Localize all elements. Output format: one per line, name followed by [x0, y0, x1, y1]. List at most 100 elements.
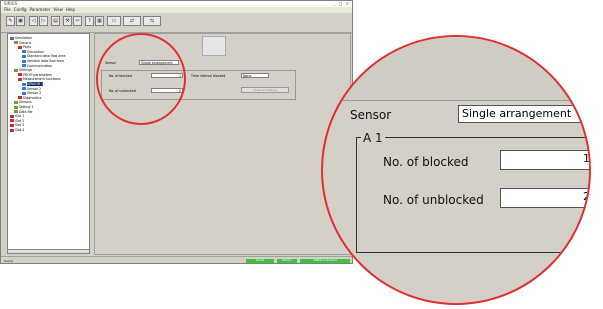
status-connection: SIRIUS connected: [300, 259, 350, 263]
back-icon[interactable]: ◁: [29, 16, 38, 26]
tree-item[interactable]: SENSOR 1: [22, 82, 44, 86]
tree-item-label: Sensor 3: [27, 91, 41, 96]
forward-icon[interactable]: ▷: [39, 16, 48, 26]
tree-item[interactable]: Diagnostics: [18, 96, 42, 100]
tree-node-icon: [10, 128, 14, 132]
app-window: SIRIUS _ □ × File Config Parameter View Help…: [0, 0, 353, 264]
tree-item-label: PROFI parameters: [23, 72, 52, 77]
new-icon[interactable]: ✎: [6, 16, 15, 26]
tree-node-icon: [10, 123, 14, 127]
blocked-input[interactable]: 1: [500, 150, 589, 170]
tree-node-icon: [22, 54, 26, 58]
tree-node-icon: [14, 68, 18, 72]
menu-item-0[interactable]: File: [4, 7, 11, 12]
menu-item-3[interactable]: View: [53, 7, 63, 12]
tree-scrollbar[interactable]: [7, 249, 90, 254]
tree-item[interactable]: Sensor 3: [22, 91, 41, 95]
tree-node-icon: [18, 96, 22, 100]
connect-icon[interactable]: ⇆: [143, 16, 161, 26]
status-mode: Mode 1: [277, 259, 297, 263]
tree-item[interactable]: Communication: [22, 64, 52, 68]
tree-item-label: Settings: [19, 68, 33, 73]
save-icon[interactable]: ▣: [16, 16, 25, 26]
tree-item-label: Slot 2: [15, 118, 25, 123]
tree-node-icon: [14, 110, 18, 114]
tree-item-label: Data file: [19, 109, 33, 114]
tree-item-label: Slot 1: [15, 114, 25, 119]
sensor-select[interactable]: Single arrangement: [458, 105, 589, 123]
status-text: Ready: [4, 259, 14, 263]
menu-item-2[interactable]: Parameter: [30, 7, 51, 12]
blocked-label: No. of blocked: [383, 155, 469, 169]
tree-node-icon: [10, 36, 14, 40]
tree-item-label: Generic: [19, 40, 32, 45]
tree-item-label: Simulation: [27, 49, 44, 54]
tree-node-icon: [22, 91, 26, 95]
tree-node-icon: [14, 100, 18, 104]
menu-item-4[interactable]: Help: [66, 7, 75, 12]
magnified-top-area: [323, 37, 589, 101]
cut-icon[interactable]: ✂: [73, 16, 82, 26]
tree-item[interactable]: Slot 2: [10, 119, 24, 123]
tree-item[interactable]: Settings: [14, 68, 32, 72]
tree-node-icon: [22, 64, 26, 68]
tree-item[interactable]: Simulation: [10, 36, 32, 40]
tree-item-label: Sensors: [19, 100, 32, 105]
window-controls[interactable]: _ □ ×: [333, 1, 350, 6]
tree-item[interactable]: Standard data flow area: [22, 54, 65, 58]
mode-icon[interactable]: ▭: [107, 16, 121, 26]
window-title: SIRIUS: [4, 1, 18, 6]
tree-item-label: Communication: [27, 63, 53, 68]
help-icon[interactable]: ?: [85, 16, 94, 26]
magnified-view: Sensor Single arrangement A 1 No. of blo…: [321, 35, 591, 305]
navigation-tree: Simulation Generic Ports Simulation Standard…: [7, 33, 90, 253]
extra-label-small: Time interval blocked: [191, 74, 226, 78]
tree-item-label: Ports: [23, 45, 31, 50]
extra-select-small[interactable]: None: [241, 73, 269, 78]
tree-item-label: Setting 1: [19, 105, 34, 109]
grid-icon[interactable]: ▦: [95, 16, 104, 26]
tree-item[interactable]: Generic: [14, 41, 31, 45]
tree-item[interactable]: Ports: [18, 45, 31, 49]
tree-node-icon: [10, 114, 14, 118]
tree-node-icon: [14, 105, 18, 109]
tree-item[interactable]: Slot 3: [10, 123, 24, 127]
toolbar: ✎ ▣ ◁ ▷ ▤ ⚒ ✂ ? ▦ ▭ ⇄ ⇆: [1, 13, 352, 33]
tree-item[interactable]: Measurement functions: [18, 77, 61, 81]
tree-item[interactable]: Slot 1: [10, 114, 24, 118]
tree-node-icon: [10, 119, 14, 123]
tree-item-label: SENSOR 1: [27, 82, 44, 86]
tree-item-label: Standard data flow area: [27, 54, 66, 59]
status-bar: Ready Online Mode 1 SIRIUS connected: [1, 256, 352, 263]
tree-item[interactable]: Sensor 2: [22, 87, 41, 91]
tree-item-label: Slot 4: [15, 128, 25, 132]
tree-item[interactable]: Variable data flow area: [22, 59, 64, 63]
tree-item[interactable]: Sensors: [14, 100, 32, 104]
status-online: Online: [246, 259, 274, 263]
tree-node-icon: [18, 77, 22, 81]
group-a1-label: A 1: [361, 131, 385, 145]
tree-item[interactable]: PROFI parameters: [18, 73, 52, 77]
tree-item-label: Slot 3: [15, 123, 25, 128]
tree-item[interactable]: Simulation: [22, 50, 44, 54]
tree-node-icon: [22, 59, 26, 63]
tree-node-icon: [18, 45, 22, 49]
sensor-label: Sensor: [350, 108, 392, 122]
unblocked-input[interactable]: 2: [500, 188, 589, 208]
tree-item[interactable]: Setting 1: [14, 105, 33, 109]
print-icon[interactable]: ▤: [51, 16, 60, 26]
tree-item-label: Diagnostics: [23, 95, 42, 100]
tool-icon[interactable]: ⚒: [63, 16, 72, 26]
tree-item[interactable]: Data file: [14, 110, 32, 114]
tree-node-icon: [22, 50, 26, 54]
tree-item-label: Variable data flow area: [27, 59, 64, 63]
diagram-box: [202, 36, 226, 56]
tree-item-label: Sensor 2: [27, 86, 41, 91]
tree-node-icon: [22, 87, 26, 91]
unblocked-label: No. of unblocked: [383, 193, 484, 207]
menu-item-1[interactable]: Config: [14, 7, 27, 12]
online-icon[interactable]: ⇄: [123, 16, 141, 26]
advanced-button[interactable]: Advanced settings: [241, 87, 289, 93]
tree-node-icon: [22, 82, 26, 86]
tree-item[interactable]: Slot 4: [10, 128, 24, 132]
